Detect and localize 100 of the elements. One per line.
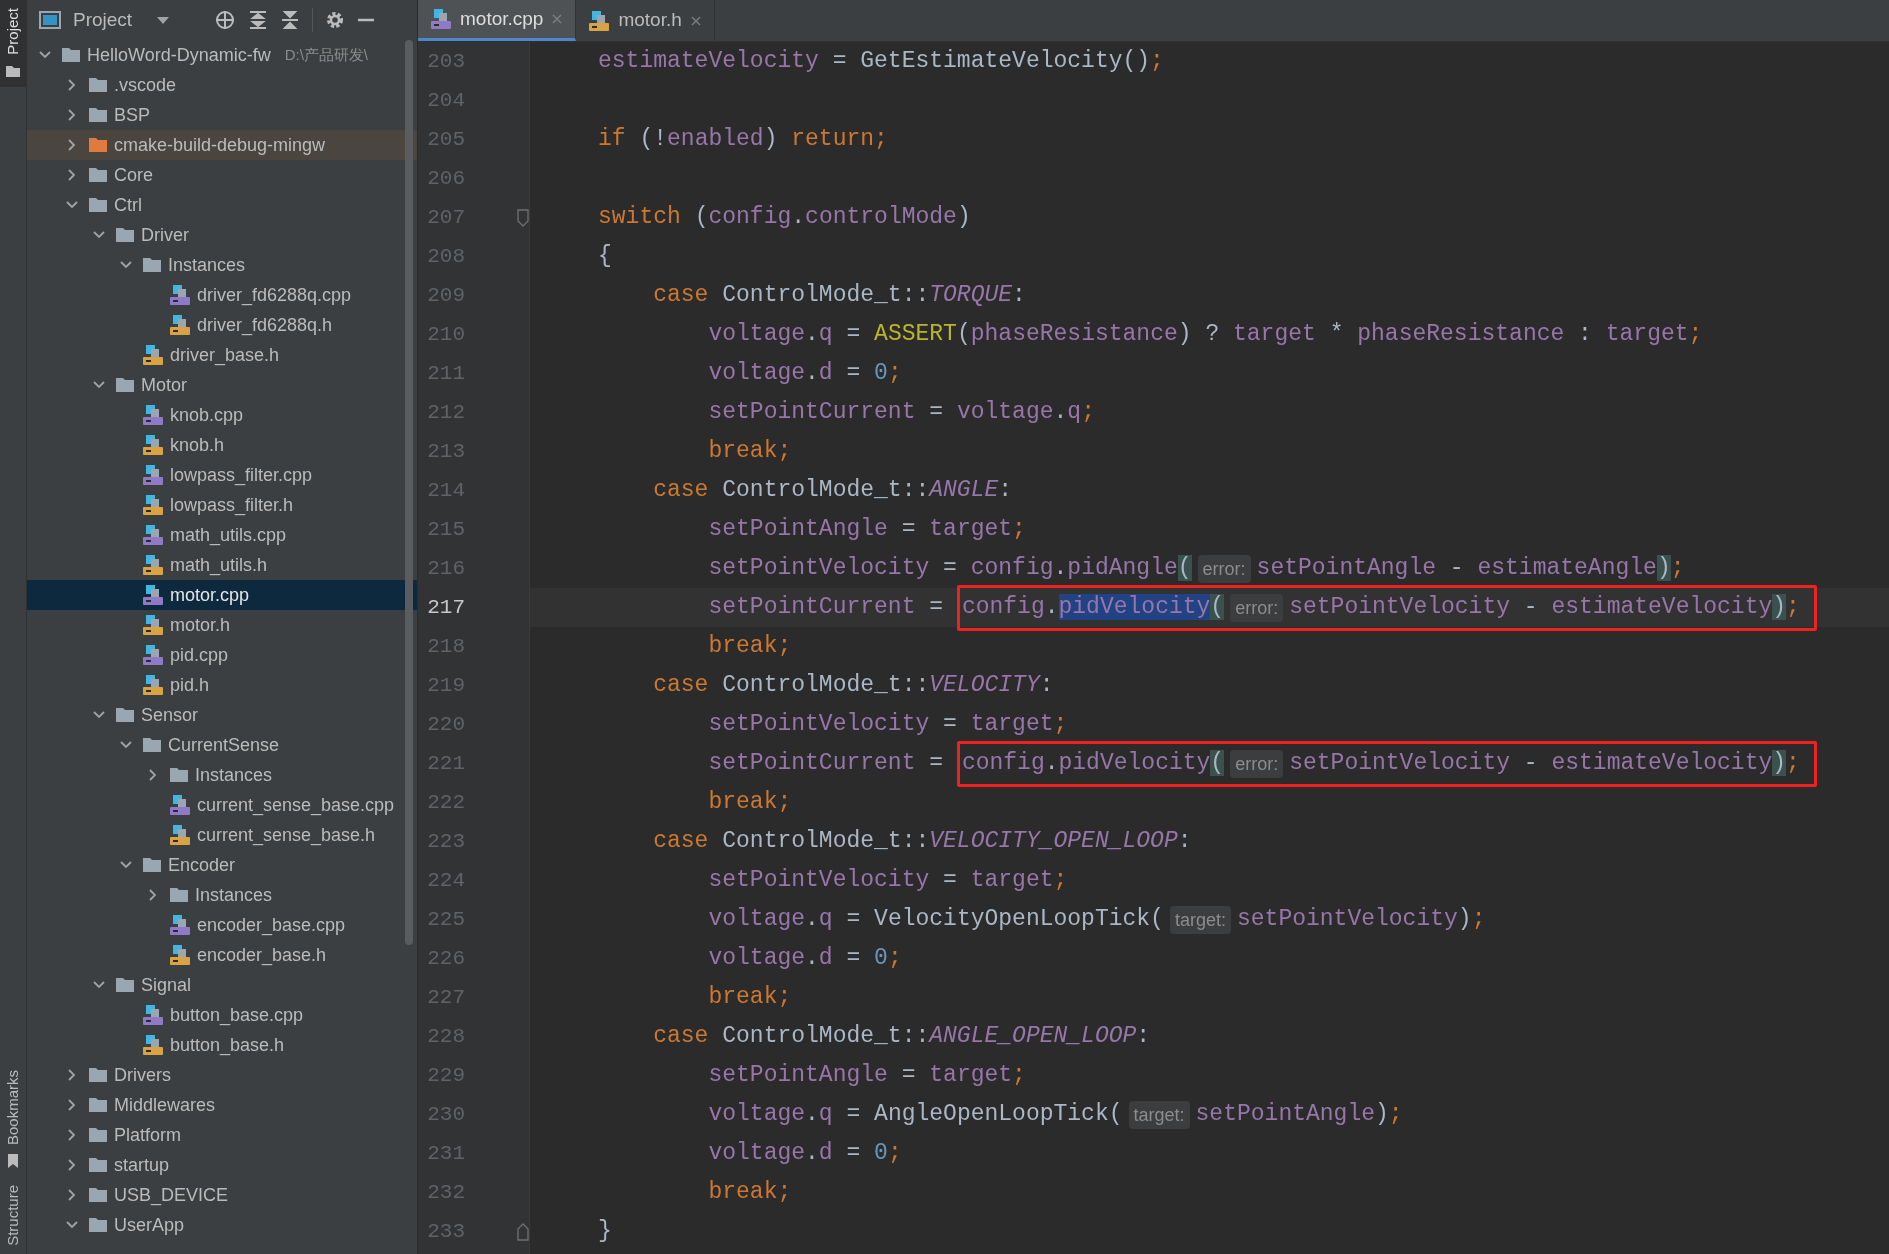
crosshair-icon[interactable]	[214, 9, 237, 31]
code-text: setPointAngle = target;	[707, 515, 1026, 545]
code-text: config.pidVelocity(	[961, 593, 1225, 623]
folder-icon	[115, 975, 135, 995]
tree-item[interactable]: Signal	[27, 970, 417, 1000]
code-text: voltage.q = VelocityOpenLoopTick(	[707, 905, 1164, 935]
bookmark-icon[interactable]	[5, 1153, 21, 1170]
tree-item[interactable]: math_utils.h	[27, 550, 417, 580]
folder-icon	[88, 195, 108, 215]
code-text: break;	[707, 983, 792, 1013]
tool-window-tab[interactable]: Bookmarks	[1, 1070, 25, 1146]
code-text: config.pidVelocity(	[961, 749, 1225, 779]
code-text: voltage.q = AngleOpenLoopTick(	[707, 1100, 1123, 1130]
tree-item[interactable]: .vscode	[27, 70, 417, 100]
file-icon	[142, 1004, 164, 1026]
folder-icon	[88, 105, 108, 125]
file-icon	[142, 614, 164, 636]
file-icon	[142, 584, 164, 606]
code-text: break;	[707, 437, 792, 467]
file-icon	[142, 434, 164, 456]
code-text: setPointVelocity);	[1236, 905, 1486, 935]
code-text: setPointVelocity = target;	[707, 866, 1068, 896]
tree-item[interactable]: cmake-build-debug-mingw	[27, 130, 417, 160]
tree-item[interactable]: Sensor	[27, 700, 417, 730]
tree-item[interactable]: driver_base.h	[27, 340, 417, 370]
folder-icon	[169, 885, 189, 905]
inlay-hint: target:	[1169, 905, 1231, 934]
file-icon	[142, 344, 164, 366]
tree-item[interactable]: math_utils.cpp	[27, 520, 417, 550]
code-text: switch (config.controlMode)	[598, 203, 971, 233]
folder-icon	[115, 705, 135, 725]
tree-item[interactable]: Encoder	[27, 850, 417, 880]
folder-icon	[88, 165, 108, 185]
tree-item[interactable]: knob.cpp	[27, 400, 417, 430]
settings-icon[interactable]	[325, 10, 346, 30]
tree-item[interactable]: BSP	[27, 100, 417, 130]
tree-item[interactable]: encoder_base.h	[27, 940, 417, 970]
tree-item[interactable]: driver_fd6288q.h	[27, 310, 417, 340]
code-text: case ControlMode_t::ANGLE:	[652, 476, 1013, 506]
tree-item[interactable]: Driver	[27, 220, 417, 250]
editor-tab[interactable]: motor.cpp	[418, 0, 577, 41]
code-text: voltage.q = ASSERT(phaseResistance) ? target * phaseResistance : target;	[707, 320, 1703, 350]
code-text: case ControlMode_t::VELOCITY_OPEN_LOOP:	[652, 827, 1192, 857]
tool-window-tab[interactable]: Structure	[1, 1185, 25, 1246]
tree-item[interactable]: current_sense_base.h	[27, 820, 417, 850]
folder-icon	[88, 1185, 108, 1205]
inlay-hint: error:	[1230, 593, 1284, 622]
code-text: setPointAngle);	[1195, 1100, 1403, 1130]
tree-item[interactable]: Core	[27, 160, 417, 190]
tree-item[interactable]: encoder_base.cpp	[27, 910, 417, 940]
tree-item[interactable]: CurrentSense	[27, 730, 417, 760]
close-icon[interactable]	[689, 14, 702, 27]
folder-icon	[88, 1215, 108, 1235]
tree-item[interactable]: Instances	[27, 760, 417, 790]
tree-item[interactable]: Instances	[27, 250, 417, 280]
file-icon	[142, 524, 164, 546]
tree-item[interactable]: motor.cpp	[27, 580, 417, 610]
tree-item[interactable]: lowpass_filter.h	[27, 490, 417, 520]
code-text: setPointCurrent = voltage.q;	[707, 398, 1095, 428]
tree-item[interactable]: Middlewares	[27, 1090, 417, 1120]
scrollbar[interactable]	[405, 40, 413, 945]
folder-icon	[88, 135, 108, 155]
file-icon	[169, 944, 191, 966]
tree-item[interactable]: Motor	[27, 370, 417, 400]
tree-item[interactable]: button_base.cpp	[27, 1000, 417, 1030]
tree-item[interactable]: startup	[27, 1150, 417, 1180]
line-number: 217	[426, 594, 465, 621]
collapse-all-icon[interactable]	[280, 10, 301, 30]
fold-icon[interactable]	[516, 208, 530, 227]
code-text: case ControlMode_t::TORQUE:	[652, 281, 1026, 311]
tree-item[interactable]: UserApp	[27, 1210, 417, 1240]
file-icon	[142, 464, 164, 486]
tree-item[interactable]: current_sense_base.cpp	[27, 790, 417, 820]
code-text: break;	[707, 788, 792, 818]
dropdown-caret-icon[interactable]	[156, 15, 171, 25]
tree-item[interactable]: USB_DEVICE	[27, 1180, 417, 1210]
file-icon	[142, 494, 164, 516]
tree-item[interactable]: pid.cpp	[27, 640, 417, 670]
tree-item[interactable]: Platform	[27, 1120, 417, 1150]
tree-item[interactable]: driver_fd6288q.cpp	[27, 280, 417, 310]
code-text: setPointVelocity = target;	[707, 710, 1068, 740]
tree-item[interactable]: button_base.h	[27, 1030, 417, 1060]
code-text: break;	[707, 1178, 792, 1208]
code-text: case ControlMode_t::ANGLE_OPEN_LOOP:	[652, 1022, 1151, 1052]
tree-item[interactable]: motor.h	[27, 610, 417, 640]
tree-item[interactable]: lowpass_filter.cpp	[27, 460, 417, 490]
folder-icon	[88, 1125, 108, 1145]
folder-icon	[115, 375, 135, 395]
tree-item[interactable]: Ctrl	[27, 190, 417, 220]
code-text: setPointVelocity - estimateVelocity);	[1289, 593, 1800, 623]
tree-item[interactable]: HelloWord-Dynamic-fw D:\产品研发\	[27, 40, 417, 70]
tree-item[interactable]: Drivers	[27, 1060, 417, 1090]
tree-item[interactable]: Instances	[27, 880, 417, 910]
file-icon	[169, 284, 191, 306]
editor-tab[interactable]: motor.h	[576, 0, 715, 41]
tree-item[interactable]: knob.h	[27, 430, 417, 460]
fold-icon[interactable]	[516, 1222, 530, 1241]
folder-icon	[88, 1155, 108, 1175]
tree-item[interactable]: pid.h	[27, 670, 417, 700]
expand-all-icon[interactable]	[248, 10, 269, 30]
